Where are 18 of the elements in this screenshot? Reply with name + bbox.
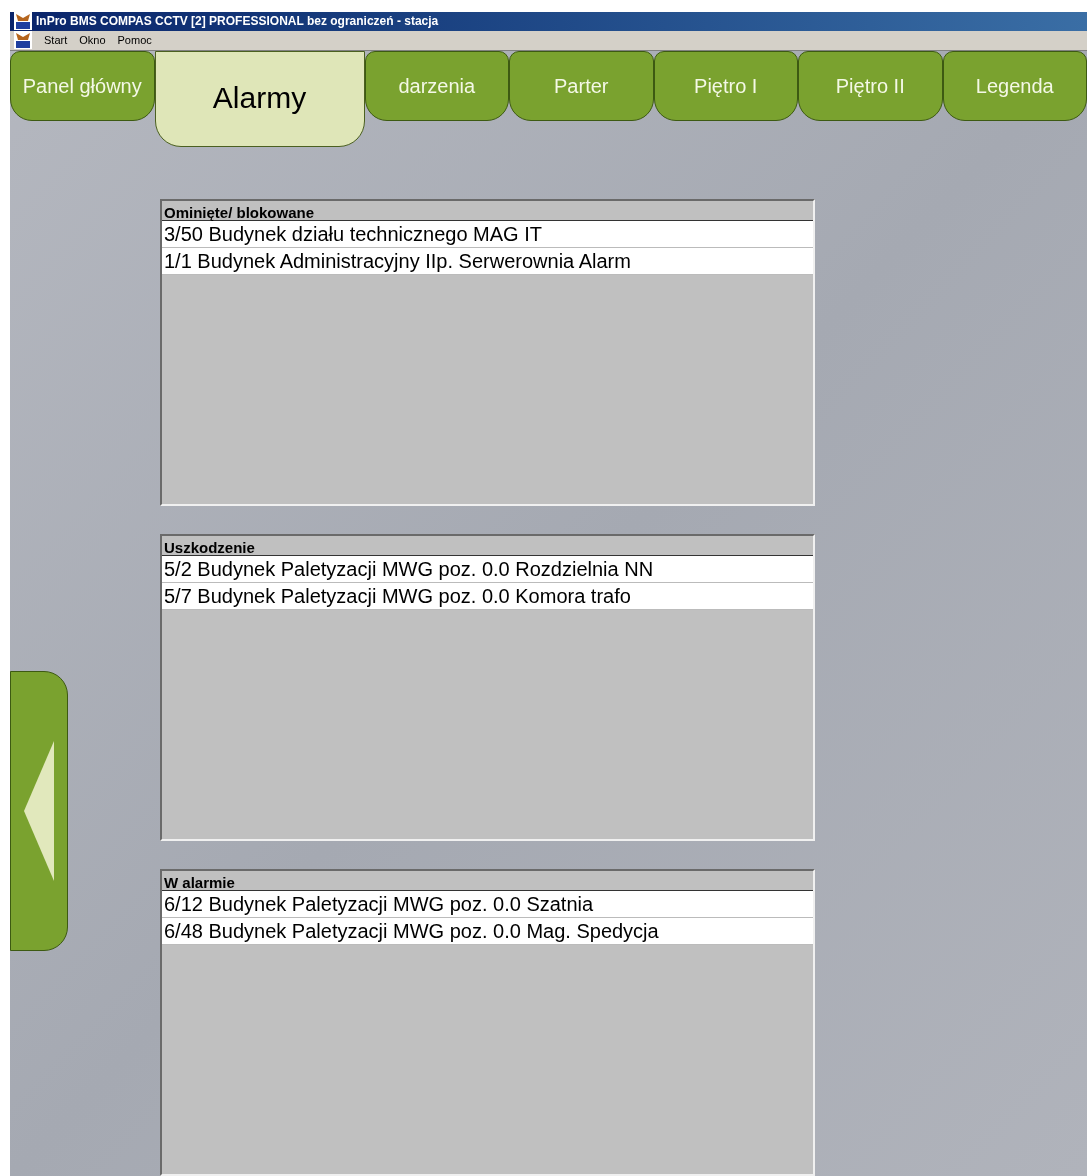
list-title: Uszkodzenie <box>164 540 255 555</box>
left-arrow-icon <box>24 741 54 881</box>
menu-item[interactable]: Start <box>44 32 68 49</box>
list-row[interactable]: 5/2 Budynek Paletyzacji MWG poz. 0.0 Rozdzielnia NN <box>162 556 813 583</box>
list-title: W alarmie <box>164 875 235 890</box>
list-title: Ominięte/ blokowane <box>164 205 315 220</box>
list-row[interactable]: 6/12 Budynek Paletyzacji MWG poz. 0.0 Szatnia <box>162 891 813 918</box>
window-title: InPro BMS COMPAS CCTV [2] PROFESSIONAL bez ograniczeń - stacja <box>36 13 439 31</box>
tab[interactable]: Alarmy <box>154 51 365 147</box>
app-icon <box>14 12 32 31</box>
back-button[interactable] <box>10 671 68 951</box>
menu-item[interactable]: Pomoc <box>117 32 152 49</box>
app-icon <box>14 31 32 50</box>
list-row[interactable]: 3/50 Budynek działu technicznego MAG IT <box>162 221 813 248</box>
menu-item[interactable]: Okno <box>79 32 106 49</box>
list-row[interactable]: 1/1 Budynek Administracyjny IIp. Serwerownia Alarm <box>162 248 813 275</box>
list-row[interactable]: 5/7 Budynek Paletyzacji MWG poz. 0.0 Komora trafo <box>162 583 813 610</box>
list-row[interactable]: 6/48 Budynek Paletyzacji MWG poz. 0.0 Mag. Spedycja <box>162 918 813 945</box>
